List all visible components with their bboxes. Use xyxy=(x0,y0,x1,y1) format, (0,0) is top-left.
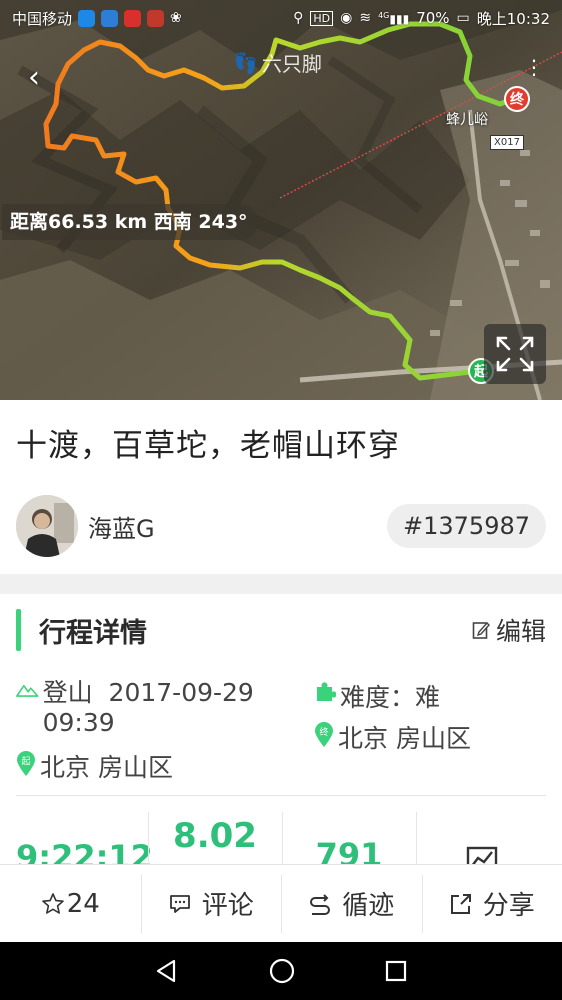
trip-stats: 9:22:12 8.02 791 xyxy=(0,808,562,864)
author-row: 海蓝G #1375987 xyxy=(16,494,546,558)
road-badge: X017 xyxy=(490,135,524,150)
edit-label: 编辑 xyxy=(495,617,546,646)
puzzle-icon xyxy=(317,682,336,701)
stat-divider xyxy=(148,812,149,864)
start-location: 起 北京 房山区 xyxy=(16,748,173,784)
battery-label: 70% xyxy=(416,9,450,27)
carrier-label: 中国移动 xyxy=(12,9,73,28)
comment-label: 评论 xyxy=(201,891,254,921)
end-pin-icon: 终 xyxy=(315,722,333,747)
app-notification-icon xyxy=(78,9,96,27)
chart-stat-button[interactable] xyxy=(418,808,546,864)
chart-icon xyxy=(466,846,498,864)
nav-back-icon[interactable] xyxy=(154,958,180,984)
signal-icon: 4G▮▮▮ xyxy=(378,10,410,26)
brand-watermark: 👣 六只脚 xyxy=(233,48,322,77)
more-icon: ⋮ xyxy=(524,55,544,79)
section-accent-bar xyxy=(16,609,21,651)
location-icon: ⚲ xyxy=(293,10,304,26)
trip-details: 登山 2017-09-29 09:39 难度：难 终 北京 房山区 起 北京 房… xyxy=(16,674,546,784)
music-app-icon xyxy=(147,9,165,27)
elevation-stat: 791 xyxy=(315,836,383,864)
duration-stat: 9:22:12 xyxy=(16,838,153,864)
follow-track-button[interactable]: 循迹 xyxy=(281,865,422,943)
comment-button[interactable]: 评论 xyxy=(140,865,282,943)
follow-track-icon xyxy=(310,893,331,915)
expand-map-button[interactable] xyxy=(484,324,546,384)
app-notification-icon xyxy=(101,9,119,27)
battery-icon: ▭ xyxy=(456,10,470,26)
hd-icon: HD xyxy=(310,10,334,26)
section-title: 行程详情 xyxy=(39,617,147,649)
share-button[interactable]: 分享 xyxy=(421,865,562,943)
favorites-count: 24 xyxy=(66,888,100,919)
svg-text:终: 终 xyxy=(319,726,328,738)
share-label: 分享 xyxy=(482,891,535,921)
stat-divider xyxy=(416,812,417,864)
trip-type-label: 登山 xyxy=(42,678,93,707)
eye-icon: ◉ xyxy=(340,10,353,26)
avatar[interactable] xyxy=(16,495,78,557)
clock-label: 晚上10:32 xyxy=(476,9,550,28)
svg-text:起: 起 xyxy=(21,756,30,767)
section-header: 行程详情 编辑 xyxy=(16,608,546,652)
author-name[interactable]: 海蓝G xyxy=(88,509,155,544)
distance-badge: 距离66.53 km 西南 243° xyxy=(2,204,258,240)
brand-label: 六只脚 xyxy=(261,52,322,76)
favorite-button[interactable]: 24 xyxy=(0,865,141,943)
mountain-icon xyxy=(16,684,39,697)
back-button[interactable]: ‹ xyxy=(28,58,60,98)
difficulty-label: 难度：难 xyxy=(340,683,441,712)
expand-icon xyxy=(496,336,534,372)
end-location-label: 北京 房山区 xyxy=(338,724,471,753)
comment-icon xyxy=(169,894,190,913)
star-icon xyxy=(41,892,64,914)
start-pin-icon: 起 xyxy=(17,751,35,776)
place-label: 蜂儿峪 xyxy=(446,112,488,128)
trip-title: 十渡，百草坨，老帽山环穿 xyxy=(16,428,400,464)
status-bar: 中国移动 ❀ ⚲ HD ◉ ≋ 4G▮▮▮ 70% ▭ 晚上10:32 xyxy=(0,0,562,36)
details-divider xyxy=(16,795,546,796)
follow-track-label: 循迹 xyxy=(342,891,395,921)
video-app-icon xyxy=(124,9,142,27)
system-nav-bar xyxy=(0,942,562,1000)
difficulty: 难度：难 xyxy=(314,678,440,714)
nav-home-icon[interactable] xyxy=(268,957,296,985)
edit-button[interactable]: 编辑 xyxy=(472,612,546,648)
huawei-icon: ❀ xyxy=(170,10,182,26)
start-location-label: 北京 房山区 xyxy=(40,753,173,782)
back-icon: ‹ xyxy=(28,60,40,95)
trip-id-badge: #1375987 xyxy=(387,504,546,548)
edit-icon xyxy=(472,621,490,639)
more-button[interactable]: ⋮ xyxy=(524,57,544,77)
track-map[interactable]: 中国移动 ❀ ⚲ HD ◉ ≋ 4G▮▮▮ 70% ▭ 晚上10:32 ‹ 👣 … xyxy=(0,0,562,400)
stat-divider xyxy=(282,812,283,864)
action-bar: 24 评论 循迹 分享 xyxy=(0,864,562,942)
wifi-icon: ≋ xyxy=(359,10,372,26)
footprint-icon: 👣 xyxy=(233,50,258,75)
avatar-image xyxy=(16,495,78,557)
distance-stat: 8.02 xyxy=(173,816,257,856)
nav-recents-icon[interactable] xyxy=(384,959,408,983)
trip-type-date: 登山 2017-09-29 09:39 xyxy=(16,678,296,738)
end-location: 终 北京 房山区 xyxy=(314,719,471,755)
end-marker[interactable]: 终 xyxy=(504,86,530,112)
share-icon xyxy=(450,893,471,914)
section-divider xyxy=(0,574,562,594)
